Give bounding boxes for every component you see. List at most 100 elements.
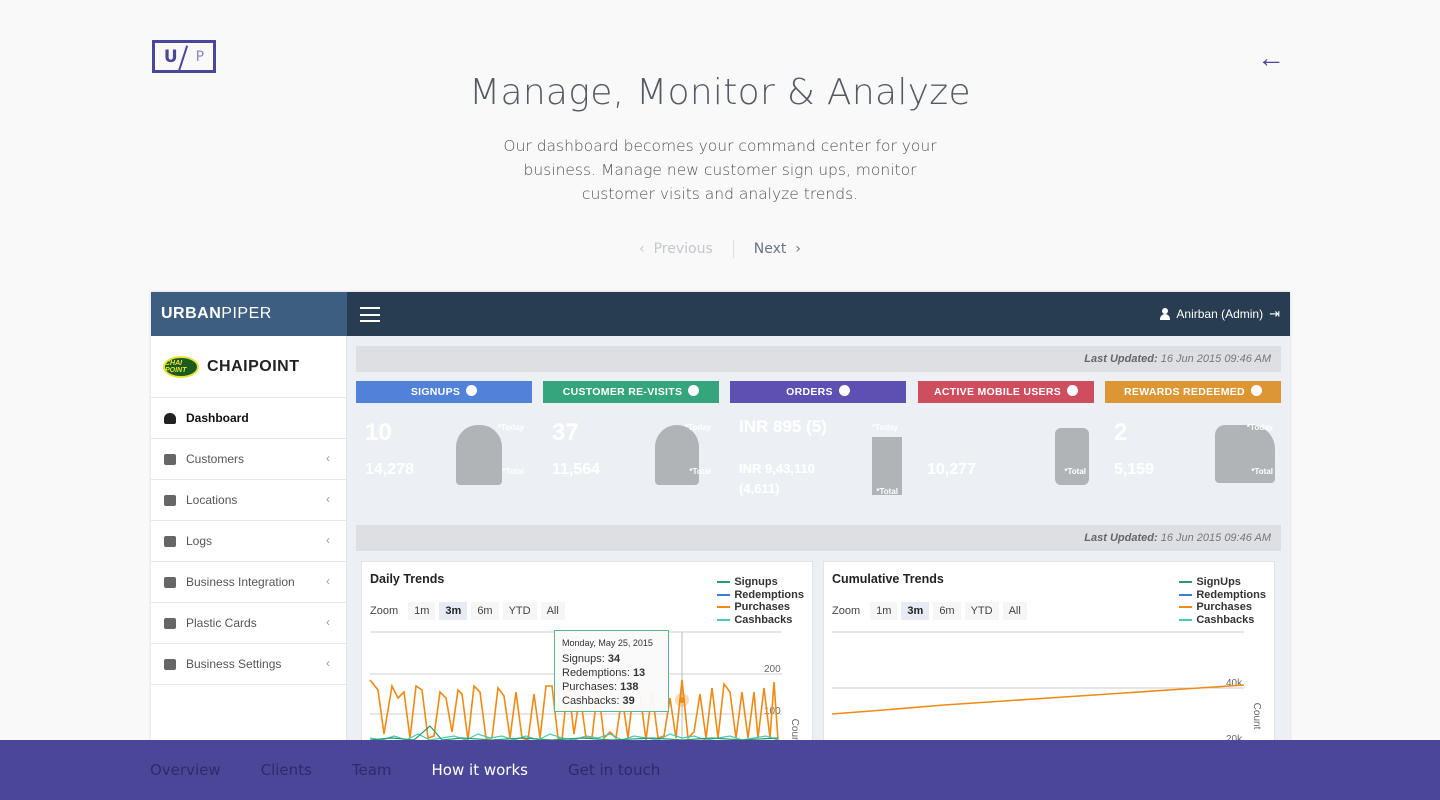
user-icon bbox=[1160, 308, 1171, 320]
menu-icon[interactable] bbox=[360, 307, 380, 322]
dashboard-brand[interactable]: URBAN PIPER bbox=[151, 292, 347, 336]
info-icon[interactable] bbox=[1250, 385, 1262, 396]
stat-cards: SIGNUPS 10 14,278 *Today *Total CUSTOMER… bbox=[356, 381, 1281, 501]
brand-light: PIPER bbox=[221, 305, 272, 322]
sidebar-item-label: Business Settings bbox=[186, 657, 282, 671]
cumulative-trends-plot[interactable]: 40k 20k Count bbox=[824, 562, 1276, 740]
card-total-value: 10,277 bbox=[927, 461, 976, 478]
last-updated-label: Last Updated: bbox=[1084, 532, 1158, 544]
card-title: CUSTOMER RE-VISITS bbox=[543, 381, 719, 403]
back-arrow-icon[interactable]: ← bbox=[1257, 44, 1285, 72]
sidebar-item-customers[interactable]: Customers ‹ bbox=[151, 439, 346, 480]
nav-get-in-touch[interactable]: Get in touch bbox=[568, 761, 660, 779]
tooltip-cashbacks-value: 39 bbox=[622, 695, 635, 707]
nav-overview[interactable]: Overview bbox=[150, 761, 221, 779]
card-today-value: 37 bbox=[552, 419, 579, 446]
client-name: CHAIPOINT bbox=[207, 357, 300, 375]
card-today-value: 10 bbox=[365, 419, 392, 446]
tag-today: *Today bbox=[684, 423, 711, 432]
info-icon[interactable] bbox=[838, 385, 850, 396]
previous-button[interactable]: ‹ Previous bbox=[639, 241, 733, 257]
sidebar-item-label: Locations bbox=[186, 493, 238, 507]
page-description: Our dashboard becomes your command cente… bbox=[503, 137, 937, 203]
last-updated-bar: Last Updated: 16 Jun 2015 09:46 AM bbox=[356, 346, 1281, 372]
card-customer-revisits[interactable]: CUSTOMER RE-VISITS 37 11,564 *Today *Tot… bbox=[543, 381, 719, 501]
dashboard-preview: URBAN PIPER Anirban (Admin) ⇥ CHAI POINT … bbox=[151, 292, 1290, 740]
info-icon[interactable] bbox=[1067, 385, 1079, 396]
sidebar-item-business-settings[interactable]: Business Settings ‹ bbox=[151, 644, 346, 685]
credit-card-icon bbox=[164, 617, 176, 629]
chevron-left-icon: ‹ bbox=[326, 656, 330, 670]
chevron-left-icon: ‹ bbox=[326, 615, 330, 629]
card-title: ORDERS bbox=[730, 381, 906, 403]
sidebar: CHAI POINT CHAIPOINT Dashboard Customers… bbox=[151, 336, 347, 740]
user-menu[interactable]: Anirban (Admin) ⇥ bbox=[1160, 306, 1280, 322]
card-total-value: 11,564 bbox=[552, 461, 601, 478]
sidebar-item-plastic-cards[interactable]: Plastic Cards ‹ bbox=[151, 603, 346, 644]
sidebar-item-business-integration[interactable]: Business Integration ‹ bbox=[151, 562, 346, 603]
logo-slash bbox=[177, 45, 189, 72]
client-header: CHAI POINT CHAIPOINT bbox=[151, 336, 346, 398]
sidebar-item-label: Business Integration bbox=[186, 575, 295, 589]
logout-icon[interactable]: ⇥ bbox=[1269, 306, 1280, 322]
grid-icon bbox=[164, 494, 176, 506]
purchases-series bbox=[831, 684, 1245, 715]
sidebar-item-logs[interactable]: Logs ‹ bbox=[151, 521, 346, 562]
chevron-left-icon: ‹ bbox=[326, 451, 330, 465]
client-logo: CHAI POINT bbox=[163, 355, 199, 378]
sidebar-item-dashboard[interactable]: Dashboard bbox=[151, 398, 346, 439]
briefcase-icon bbox=[164, 658, 176, 670]
plus-square-icon bbox=[164, 576, 176, 588]
card-orders[interactable]: ORDERS INR 895 (5) INR 9,43,110 (4,611) … bbox=[730, 381, 906, 501]
previous-label: Previous bbox=[653, 241, 713, 257]
chevron-left-icon: ‹ bbox=[326, 574, 330, 588]
last-updated-label: Last Updated: bbox=[1084, 353, 1158, 365]
daily-trends-chart: Daily Trends Zoom 1m 3m 6m YTD All Signu… bbox=[361, 561, 813, 740]
nav-team[interactable]: Team bbox=[352, 761, 392, 779]
brand-bold: URBAN bbox=[161, 305, 222, 322]
highlight-point-center bbox=[679, 697, 685, 703]
y-tick-40k: 40k bbox=[1226, 678, 1243, 689]
card-today-value: INR 895 (5) bbox=[739, 417, 827, 436]
nav-how-it-works[interactable]: How it works bbox=[432, 761, 528, 779]
users-icon bbox=[164, 453, 176, 465]
last-updated-bar: Last Updated: 16 Jun 2015 09:46 AM bbox=[356, 525, 1281, 551]
next-button[interactable]: Next › bbox=[734, 241, 801, 257]
card-active-mobile-users[interactable]: ACTIVE MOBILE USERS 10,277 *Total bbox=[918, 381, 1094, 501]
sidebar-item-label: Plastic Cards bbox=[186, 616, 257, 630]
card-total-value: 14,278 bbox=[365, 461, 414, 478]
y-axis-title: Count bbox=[789, 719, 800, 740]
tooltip-purchases-label: Purchases: bbox=[562, 681, 618, 693]
tooltip-date: Monday, May 25, 2015 bbox=[562, 638, 653, 648]
tag-total: *Total bbox=[1064, 467, 1086, 476]
y-axis-title: Count bbox=[1251, 703, 1262, 730]
sidebar-item-label: Customers bbox=[186, 452, 245, 466]
edit-icon bbox=[164, 535, 176, 547]
sidebar-item-locations[interactable]: Locations ‹ bbox=[151, 480, 346, 521]
tag-total: *Total bbox=[502, 467, 524, 476]
add-user-icon bbox=[456, 425, 502, 485]
y-tick-200: 200 bbox=[764, 664, 781, 675]
tag-total: *Total bbox=[876, 487, 898, 496]
last-updated-value: 16 Jun 2015 09:46 AM bbox=[1160, 353, 1271, 365]
tooltip-signups-value: 34 bbox=[607, 653, 621, 665]
cumulative-trends-chart: Cumulative Trends Zoom 1m 3m 6m YTD All … bbox=[823, 561, 1275, 740]
tag-total: *Total bbox=[689, 467, 711, 476]
dashboard-icon bbox=[164, 412, 176, 424]
card-today-value: 2 bbox=[1114, 419, 1128, 446]
card-signups[interactable]: SIGNUPS 10 14,278 *Today *Total bbox=[356, 381, 532, 501]
logo-letter-u: U bbox=[163, 46, 178, 67]
nav-clients[interactable]: Clients bbox=[261, 761, 312, 779]
info-icon[interactable] bbox=[688, 385, 700, 396]
card-total-value: INR 9,43,110 (4,611) bbox=[739, 461, 815, 496]
card-title: ACTIVE MOBILE USERS bbox=[918, 381, 1094, 403]
page-title: Manage, Monitor & Analyze bbox=[469, 72, 971, 113]
up-logo[interactable]: U P bbox=[152, 40, 216, 73]
user-label: Anirban (Admin) bbox=[1176, 307, 1264, 321]
tooltip-redemptions-label: Redemptions: bbox=[562, 667, 630, 679]
info-icon[interactable] bbox=[466, 385, 478, 396]
tooltip-purchases-value: 138 bbox=[620, 681, 639, 693]
card-title: REWARDS REDEEMED bbox=[1105, 381, 1281, 403]
tag-today: *Today bbox=[1246, 423, 1273, 432]
card-rewards-redeemed[interactable]: REWARDS REDEEMED 2 5,159 *Today *Total bbox=[1105, 381, 1281, 501]
